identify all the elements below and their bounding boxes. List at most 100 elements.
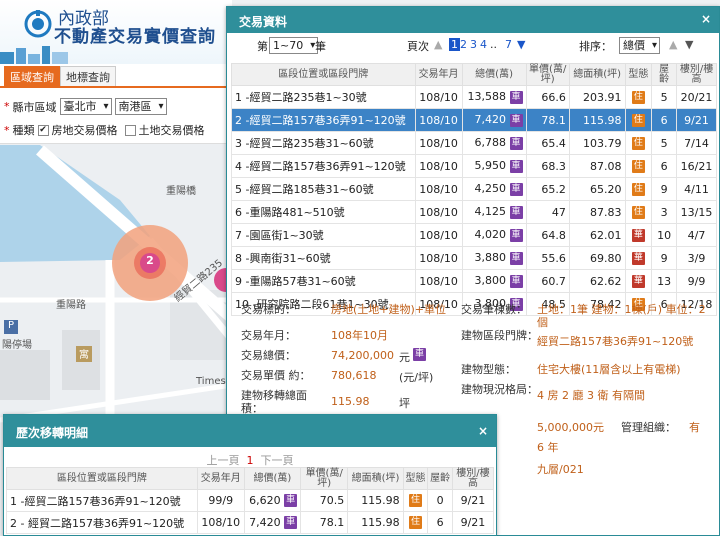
col-area[interactable]: 總面積(坪) — [568, 63, 626, 86]
col-floor[interactable]: 樓別/樓高 — [676, 63, 717, 86]
row-date: 108/10 — [414, 154, 463, 178]
page-range-select[interactable]: 1~70 — [269, 37, 319, 54]
row-age: 6 — [651, 154, 678, 178]
row-unit: 65.2 — [525, 177, 570, 201]
sort-select[interactable]: 總價 — [619, 37, 660, 54]
row-floor: 7/14 — [676, 131, 717, 155]
property-icon[interactable]: 車 — [509, 274, 523, 288]
cluster-marker[interactable]: 2 — [140, 254, 160, 272]
land-price-checkbox[interactable] — [124, 124, 136, 136]
page-3[interactable]: 3 — [470, 38, 477, 51]
total-label: 交易總價： — [241, 349, 296, 362]
property-icon[interactable]: 車 — [509, 159, 523, 173]
property-icon[interactable]: 車 — [509, 205, 523, 219]
table-row[interactable]: 8 -興南街31~60號 108/10 3,880 車 55.6 69.80 華 9 3/9 — [231, 246, 717, 270]
row-unit: 78.1 — [525, 108, 570, 132]
tab-area-search[interactable]: 區域查詢 — [4, 66, 60, 86]
row-address[interactable]: 9 -重陽路57巷31~60號 — [231, 269, 416, 293]
sort-desc-icon[interactable]: ▼ — [685, 38, 693, 51]
property-icon[interactable]: 車 — [509, 182, 523, 196]
row-address[interactable]: 1 -經貿二路157巷36弄91~120號 — [6, 489, 198, 512]
tab-landmark-search[interactable]: 地標查詢 — [60, 66, 116, 86]
row-age: 13 — [651, 269, 678, 293]
layout-value: 4 房 2 廳 3 衛 有隔間 — [537, 389, 645, 402]
next-page-icon[interactable]: ▼ — [517, 38, 525, 51]
row-address[interactable]: 8 -興南街31~60號 — [231, 246, 416, 270]
row-type: 住 — [624, 200, 653, 224]
row-address[interactable]: 6 -重陽路481~510號 — [231, 200, 416, 224]
next-page-link[interactable]: 下一頁 — [261, 454, 294, 467]
table-row[interactable]: 2 - 經貿二路157巷36弄91~120號 108/10 7,420 車 78.1 1… — [6, 511, 495, 534]
col-address[interactable]: 區段位置或區段門牌 — [231, 63, 416, 86]
col-unit[interactable]: 單價(萬/坪) — [525, 63, 570, 86]
row-floor: 4/11 — [676, 177, 717, 201]
row-address[interactable]: 7 -園區街1~30號 — [231, 223, 416, 247]
property-icon[interactable]: 車 — [284, 494, 298, 508]
ministry-logo-icon — [24, 10, 52, 38]
table-row[interactable]: 1 -經貿二路235巷1~30號 108/10 13,588 車 66.6 203.91… — [231, 85, 717, 109]
page-prefix: 第 — [257, 40, 268, 53]
table-row[interactable]: 6 -重陽路481~510號 108/10 4,125 車 47 87.83 住 3 13/1… — [231, 200, 717, 224]
history-pager: 上一頁 1 下一頁 — [4, 447, 496, 467]
row-floor: 9/21 — [451, 511, 495, 534]
row-address[interactable]: 5 -經貿二路185巷31~60號 — [231, 177, 416, 201]
house-price-checkbox[interactable]: ✔ — [37, 124, 49, 136]
table-row[interactable]: 2 -經貿二路157巷36弄91~120號 108/10 7,420 車 78.1 11… — [231, 108, 717, 132]
page-7[interactable]: 7 — [505, 38, 512, 51]
row-total: 5,950 車 — [461, 154, 527, 178]
row-address[interactable]: 4 -經貿二路157巷36弄91~120號 — [231, 154, 416, 178]
table-row[interactable]: 4 -經貿二路157巷36弄91~120號 108/10 5,950 車 68.3 87… — [231, 154, 717, 178]
prev-page-link[interactable]: 上一頁 — [207, 454, 240, 467]
row-number: 1 — [10, 494, 17, 508]
pager-bar: 第 1~70 筆 頁次 ▲ 1 2 3 4 .. 7 ▼ 排序： 總價 ▲ ▼ — [227, 33, 719, 55]
building-type-value: 住宅大樓(11層含以上有電梯) — [537, 363, 681, 376]
row-date: 108/10 — [414, 177, 463, 201]
close-icon[interactable]: × — [699, 12, 713, 26]
building-type-icon: 住 — [631, 205, 645, 219]
row-unit: 60.7 — [525, 269, 570, 293]
prev-page-icon[interactable]: ▲ — [434, 38, 442, 51]
page-1[interactable]: 1 — [449, 38, 460, 51]
col-type[interactable]: 型態 — [624, 63, 653, 86]
row-address[interactable]: 2 - 經貿二路157巷36弄91~120號 — [6, 511, 198, 534]
property-icon[interactable]: 車 — [509, 90, 523, 104]
table-row[interactable]: 3 -經貿二路235巷31~60號 108/10 6,788 車 65.4 103.79… — [231, 131, 717, 155]
table-row[interactable]: 9 -重陽路57巷31~60號 108/10 3,800 車 60.7 62.62 華 13… — [231, 269, 717, 293]
col-date[interactable]: 交易年月 — [414, 63, 463, 86]
building-type-icon: 住 — [631, 182, 645, 196]
page-4[interactable]: 4 — [480, 38, 487, 51]
col-total[interactable]: 總價(萬) — [461, 63, 527, 86]
row-floor: 9/9 — [676, 269, 717, 293]
row-address[interactable]: 2 -經貿二路157巷36弄91~120號 — [231, 108, 416, 132]
page-2[interactable]: 2 — [460, 38, 467, 51]
row-unit: 64.8 — [525, 223, 570, 247]
col-age[interactable]: 屋齡 — [651, 63, 678, 86]
table-row[interactable]: 7 -園區街1~30號 108/10 4,020 車 64.8 62.01 華 10 4/7 — [231, 223, 717, 247]
property-icon[interactable]: 車 — [509, 136, 523, 150]
table-header: 區段位置或區段門牌 交易年月 總價(萬) 單價(萬/坪) 總面積(坪) 型態 屋… — [231, 63, 717, 86]
row-floor: 9/21 — [451, 489, 495, 512]
age-value: 6 年 — [537, 441, 559, 454]
district-select[interactable]: 南港區 — [114, 98, 167, 115]
window-title-text: 交易資料 — [239, 15, 288, 29]
row-address[interactable]: 1 -經貿二路235巷1~30號 — [231, 85, 416, 109]
col-age: 屋齡 — [427, 467, 453, 490]
row-address[interactable]: 3 -經貿二路235巷31~60號 — [231, 131, 416, 155]
row-unit: 78.1 — [300, 511, 349, 534]
building-type-icon: 住 — [408, 494, 422, 508]
row-address-text: -經貿二路235巷31~60號 — [245, 137, 374, 150]
property-icon[interactable]: 車 — [509, 251, 523, 265]
close-icon[interactable]: × — [476, 424, 490, 438]
total-unit: 元 — [399, 351, 410, 364]
row-date: 108/10 — [414, 131, 463, 155]
property-icon[interactable]: 車 — [284, 516, 298, 530]
property-icon[interactable]: 車 — [509, 113, 523, 127]
sort-asc-icon[interactable]: ▲ — [669, 38, 677, 51]
county-select[interactable]: 臺北市 — [59, 98, 112, 115]
building-type-icon: 住 — [631, 136, 645, 150]
property-icon[interactable]: 車 — [509, 228, 523, 242]
table-row[interactable]: 1 -經貿二路157巷36弄91~120號 99/9 6,620 車 70.5 115.… — [6, 489, 495, 512]
table-row[interactable]: 5 -經貿二路185巷31~60號 108/10 4,250 車 65.2 65.20 住… — [231, 177, 717, 201]
property-icon[interactable]: 車 — [413, 348, 426, 361]
building-type-icon: 住 — [631, 113, 645, 127]
